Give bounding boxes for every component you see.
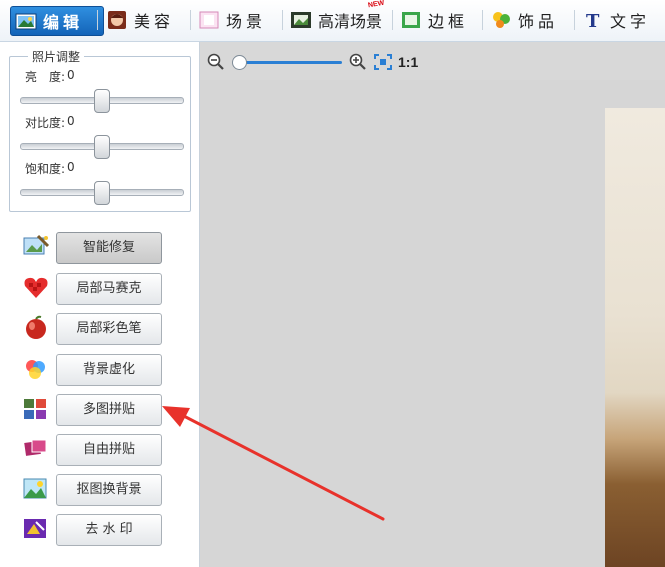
saturation-slider-thumb[interactable] xyxy=(94,181,110,205)
accessory-icon xyxy=(490,10,512,30)
saturation-label: 饱和度: xyxy=(25,162,66,176)
brightness-label: 亮 度: xyxy=(25,70,66,84)
divider xyxy=(282,10,283,30)
tab-label: 美容 xyxy=(134,12,175,31)
background-blur-icon xyxy=(22,356,50,382)
tab-border[interactable]: 边框 xyxy=(400,6,468,34)
tab-accessory[interactable]: 饰品 xyxy=(490,6,558,34)
contrast-label: 对比度: xyxy=(25,116,66,130)
background-blur-button[interactable]: 背景虚化 xyxy=(56,354,162,386)
multi-collage-button[interactable]: 多图拼贴 xyxy=(56,394,162,426)
zoom-slider-track[interactable] xyxy=(238,61,342,64)
svg-text:T: T xyxy=(586,11,603,30)
brightness-value: 0 xyxy=(67,68,75,82)
mosaic-button[interactable]: 局部马赛克 xyxy=(56,273,162,305)
cutout-background-icon xyxy=(22,476,50,502)
tab-label: 边框 xyxy=(428,12,469,31)
top-toolbar: 编辑 美容 场景 高清场景 NEW 边框 饰品 T 文字 xyxy=(0,0,665,42)
zoom-bar: 1:1 xyxy=(200,42,665,80)
tab-label: 编辑 xyxy=(43,13,84,32)
contrast-slider-thumb[interactable] xyxy=(94,135,110,159)
free-collage-button[interactable]: 自由拼贴 xyxy=(56,434,162,466)
beauty-face-icon xyxy=(106,10,128,30)
color-pen-button[interactable]: 局部彩色笔 xyxy=(56,313,162,345)
adjust-group-title: 照片调整 xyxy=(28,48,85,65)
divider xyxy=(574,10,575,30)
divider xyxy=(97,10,98,30)
smart-repair-button[interactable]: 智能修复 xyxy=(56,232,162,264)
tab-beauty[interactable]: 美容 xyxy=(106,6,174,34)
tab-text[interactable]: T 文字 xyxy=(582,6,650,34)
brightness-label-row: 亮 度: 0 xyxy=(25,68,75,85)
contrast-value: 0 xyxy=(67,114,75,128)
multi-collage-icon xyxy=(22,396,50,422)
tab-hd-scene[interactable]: 高清场景 NEW xyxy=(290,0,384,34)
saturation-value: 0 xyxy=(67,160,75,174)
divider xyxy=(482,10,483,30)
remove-watermark-icon xyxy=(22,516,50,542)
photo-adjust-group: 照片调整 亮 度: 0 对比度: 0 饱和度: 0 xyxy=(9,48,191,212)
tab-label: 场景 xyxy=(226,12,267,31)
zoom-slider-thumb[interactable] xyxy=(232,55,247,70)
divider xyxy=(190,10,191,30)
zoom-in-icon[interactable] xyxy=(349,53,367,75)
left-tool-panel: 照片调整 亮 度: 0 对比度: 0 饱和度: 0 智能修复 局部马赛克 局部彩… xyxy=(0,42,200,567)
edit-photo-icon xyxy=(15,11,37,31)
smart-repair-icon xyxy=(22,234,50,260)
tab-label: 饰品 xyxy=(518,12,559,31)
border-frame-icon xyxy=(400,10,422,30)
tab-edit[interactable]: 编辑 xyxy=(10,6,104,36)
mosaic-icon xyxy=(22,275,50,301)
actual-size-button[interactable]: 1:1 xyxy=(398,54,418,70)
text-t-icon: T xyxy=(582,10,604,32)
canvas-area: 1:1 xyxy=(200,42,665,567)
cutout-background-button[interactable]: 抠图换背景 xyxy=(56,474,162,506)
remove-watermark-button[interactable]: 去 水 印 xyxy=(56,514,162,546)
color-pen-icon xyxy=(22,315,50,341)
fit-screen-icon[interactable] xyxy=(374,54,392,74)
hd-scene-icon xyxy=(290,10,312,30)
contrast-label-row: 对比度: 0 xyxy=(25,114,75,131)
scene-frame-icon xyxy=(198,10,220,30)
divider xyxy=(392,10,393,30)
tab-scene[interactable]: 场景 xyxy=(198,6,266,34)
tab-label: 高清场景 xyxy=(318,12,383,31)
free-collage-icon xyxy=(22,436,50,462)
saturation-label-row: 饱和度: 0 xyxy=(25,160,75,177)
zoom-out-icon[interactable] xyxy=(207,53,225,75)
brightness-slider-thumb[interactable] xyxy=(94,89,110,113)
photo-preview xyxy=(605,108,665,567)
tab-label: 文字 xyxy=(610,12,651,31)
